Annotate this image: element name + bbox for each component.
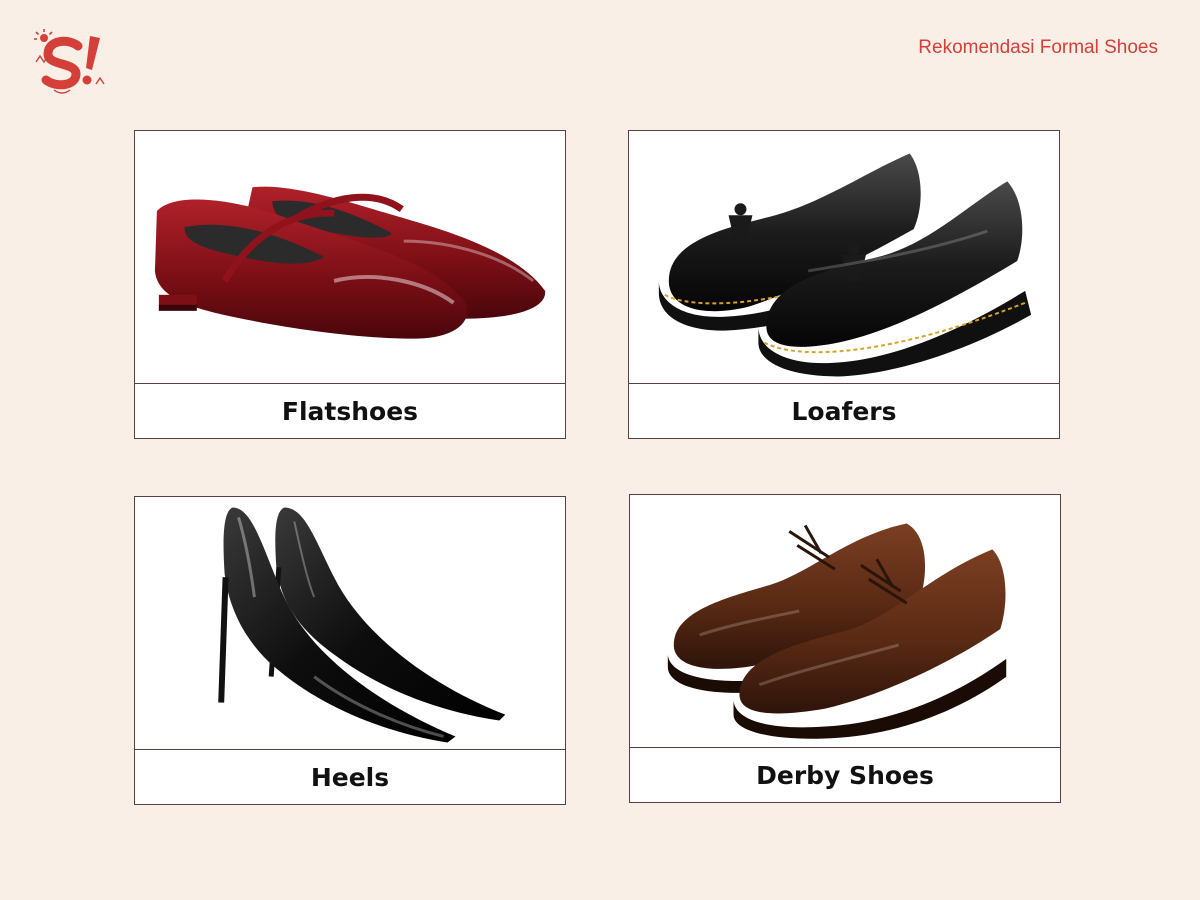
black-patent-stiletto-pump-icon [135,497,565,750]
red-patent-mary-jane-flat-icon [135,131,565,384]
shoe-card-flatshoes[interactable]: Flatshoes [134,130,566,439]
shoe-card-heels[interactable]: Heels [134,496,566,805]
shoe-label-loafers: Loafers [791,396,897,426]
shoe-label-flatshoes: Flatshoes [281,396,419,426]
black-tassel-loafer-icon [629,131,1059,384]
shoe-label-derby-shoes: Derby Shoes [756,760,934,790]
shoe-card-derby-shoes[interactable]: Derby Shoes [629,494,1061,803]
shoe-card-loafers[interactable]: Loafers [628,130,1060,439]
brand-logo-icon[interactable] [30,28,106,100]
brown-leather-derby-shoe-icon [630,495,1060,748]
shoe-label-heels: Heels [310,762,390,792]
page-title: Rekomendasi Formal Shoes [918,37,1158,58]
